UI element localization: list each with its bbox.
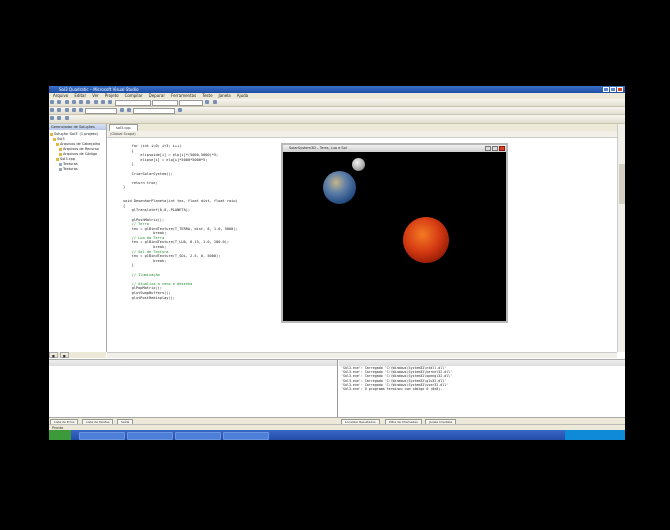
- editor-vertical-scrollbar[interactable]: [617, 124, 625, 352]
- solution-explorer: Gerenciador de Soluções Solução 'Sol3' (…: [49, 124, 107, 352]
- code-definition-panel: [49, 360, 338, 418]
- editor-horizontal-scrollbar[interactable]: [107, 352, 617, 358]
- folder-icon: [56, 157, 59, 161]
- code-line[interactable]: void DesenharPlaneta(int tex, float dist…: [123, 199, 238, 204]
- toolbar-standard: [49, 99, 625, 107]
- folder-icon: [56, 142, 59, 146]
- file-icon: [59, 167, 62, 171]
- stop-icon[interactable]: [64, 108, 69, 112]
- bookmark-icon[interactable]: [177, 108, 182, 112]
- process-select[interactable]: [85, 108, 118, 114]
- taskbar-item-1[interactable]: [79, 432, 125, 440]
- code-text[interactable]: for (int i=0; i<3; i++) { elipsoide[i] =…: [123, 144, 238, 300]
- find-combo[interactable]: [179, 100, 204, 106]
- step-into-icon[interactable]: [79, 108, 84, 112]
- uncomment-icon[interactable]: [126, 108, 131, 112]
- close-button[interactable]: [617, 87, 623, 92]
- output-line: 'Sol3.exe': O programa terminou com códi…: [341, 387, 443, 392]
- build-icon[interactable]: [50, 108, 54, 112]
- find-icon[interactable]: [205, 100, 210, 104]
- code-line[interactable]: glutPostRedisplay();: [123, 296, 238, 301]
- save-icon[interactable]: [64, 100, 69, 104]
- solution-explorer-icon[interactable]: [212, 100, 217, 104]
- output-text: 'Sol3.exe': Carregado 'C:\Windows\System…: [339, 366, 625, 391]
- system-tray: [565, 430, 625, 440]
- solution-icon: [50, 132, 53, 136]
- taskbar-item-3[interactable]: [175, 432, 221, 440]
- left-panel-tabs: ■ ■: [49, 352, 106, 358]
- app-title: SolarSystem3D – Terra, Lua e Sol: [289, 146, 347, 150]
- app-close-button[interactable]: [499, 146, 505, 151]
- app-minimize-button[interactable]: [485, 146, 491, 151]
- app-title-bar: SolarSystem3D – Terra, Lua e Sol: [283, 145, 506, 152]
- cut-icon[interactable]: [71, 100, 76, 104]
- solution-tab[interactable]: ■: [49, 352, 58, 358]
- panel-header-left: [49, 360, 337, 366]
- scroll-thumb[interactable]: [619, 164, 625, 204]
- desktop-screen: Sol3 Quadratic – Microsoft Visual Studio…: [49, 86, 625, 440]
- earth-planet: [323, 171, 356, 204]
- windows-taskbar: [49, 430, 625, 440]
- sun-planet: [403, 217, 449, 263]
- watch-icon[interactable]: [57, 116, 62, 120]
- taskbar-item-4[interactable]: [223, 432, 269, 440]
- editor-tab[interactable]: sol3.cpp: [109, 124, 138, 131]
- start-debug-icon[interactable]: [108, 100, 113, 104]
- taskbar-item-2[interactable]: [127, 432, 173, 440]
- file-icon: [59, 162, 62, 166]
- window-title: Sol3 Quadratic – Microsoft Visual Studio: [59, 87, 139, 92]
- comment-icon[interactable]: [119, 108, 124, 112]
- rebuild-icon[interactable]: [57, 108, 62, 112]
- paste-icon[interactable]: [86, 100, 91, 104]
- toolbar-build: [49, 107, 625, 115]
- undo-icon[interactable]: [93, 100, 98, 104]
- minimize-button[interactable]: [603, 87, 609, 92]
- start-button[interactable]: [49, 430, 71, 440]
- platform-select[interactable]: [151, 100, 178, 106]
- class-view-tab[interactable]: ■: [59, 352, 69, 358]
- copy-icon[interactable]: [79, 100, 84, 104]
- breakpoint-icon[interactable]: [50, 116, 54, 120]
- step-over-icon[interactable]: [71, 108, 76, 112]
- new-file-icon[interactable]: [50, 100, 54, 104]
- ide-title-bar: Sol3 Quadratic – Microsoft Visual Studio: [49, 86, 625, 93]
- project-icon: [53, 137, 56, 141]
- locals-icon[interactable]: [64, 116, 69, 120]
- open-file-icon[interactable]: [57, 100, 62, 104]
- moon-planet: [352, 158, 365, 171]
- toolbar-debug: [49, 115, 625, 124]
- maximize-button[interactable]: [610, 87, 616, 92]
- app-maximize-button[interactable]: [492, 146, 498, 151]
- bottom-panels: 'Sol3.exe': Carregado 'C:\Windows\System…: [49, 359, 625, 418]
- editor-scope-nav[interactable]: (Global Scope): [107, 131, 617, 138]
- redo-icon[interactable]: [100, 100, 105, 104]
- folder-icon: [59, 152, 62, 156]
- output-panel: 'Sol3.exe': Carregado 'C:\Windows\System…: [339, 360, 625, 418]
- opengl-app-window[interactable]: SolarSystem3D – Terra, Lua e Sol: [281, 143, 508, 323]
- configuration-select[interactable]: [114, 100, 151, 106]
- tree-item-textures-b[interactable]: Texturas: [50, 167, 105, 172]
- folder-icon: [59, 147, 62, 151]
- thread-select[interactable]: [133, 108, 176, 114]
